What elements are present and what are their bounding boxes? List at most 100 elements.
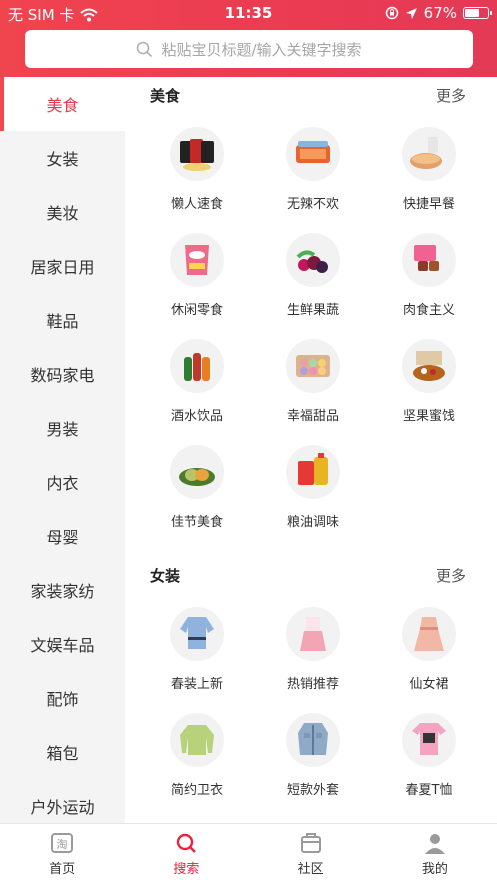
macaron-icon (286, 339, 340, 393)
category-item-label: 幸福甜品 (286, 409, 339, 424)
tab-label: 社区 (297, 861, 324, 877)
category-item[interactable]: 热销推荐 (255, 593, 371, 699)
sidebar-item[interactable]: 配饰 (0, 671, 125, 725)
sidebar-item[interactable]: 鞋品 (0, 293, 125, 347)
category-grid: 春装上新 热销推荐 仙女裙简约卫衣 短款外套 春夏T恤 (125, 593, 497, 805)
sidebar-item-label: 美妆 (46, 204, 79, 223)
search-input[interactable]: 粘贴宝贝标题/输入关键字搜索 (25, 30, 473, 68)
battery-icon (463, 7, 492, 19)
tab-2[interactable]: 社区 (249, 824, 373, 883)
category-item[interactable]: 生鲜果蔬 (255, 219, 371, 325)
zongzi-icon (170, 445, 224, 499)
category-item[interactable]: 懒人速食 (139, 113, 255, 219)
sidebar-item-label: 居家日用 (30, 258, 95, 277)
sidebar-item-label: 数码家电 (30, 366, 95, 385)
more-link[interactable]: 更多 (436, 565, 466, 586)
tab-3[interactable]: 我的 (373, 824, 497, 883)
category-item-label: 佳节美食 (170, 515, 223, 530)
category-item[interactable]: 仙女裙 (371, 593, 487, 699)
sidebar-item[interactable]: 居家日用 (0, 239, 125, 293)
category-item[interactable]: 幸福甜品 (255, 325, 371, 431)
category-item[interactable]: 春装上新 (139, 593, 255, 699)
community-icon (300, 832, 321, 853)
sidebar-item-label: 鞋品 (46, 312, 79, 331)
category-item-label: 简约卫衣 (170, 783, 223, 798)
sidebar-item[interactable]: 女装 (0, 131, 125, 185)
section-title: 美食 (150, 86, 181, 105)
category-item[interactable]: 粮油调味 (255, 431, 371, 537)
bread-icon (402, 127, 456, 181)
sidebar-item[interactable]: 箱包 (0, 725, 125, 779)
bottom-tab-bar: 淘首页 搜索 社区 我的 (0, 823, 497, 883)
nuts-box-icon (402, 339, 456, 393)
category-item[interactable]: 肉食主义 (371, 219, 487, 325)
sidebar-item[interactable]: 母婴 (0, 509, 125, 563)
status-bar: 无 SIM 卡 11:35 67% (0, 0, 497, 26)
search-icon (177, 833, 197, 853)
home-taobao-icon: 淘 (51, 832, 74, 853)
sweatshirt-icon (170, 713, 224, 767)
svg-text:淘: 淘 (57, 838, 68, 851)
search-placeholder: 粘贴宝贝标题/输入关键字搜索 (161, 40, 362, 59)
sidebar-item[interactable]: 户外运动 (0, 779, 125, 823)
category-item-label: 粮油调味 (286, 515, 339, 530)
snack-bag-icon (170, 233, 224, 287)
status-right: 67% (385, 4, 492, 22)
sidebar-item-label: 箱包 (46, 744, 79, 763)
sidebar-item-label: 文娱车品 (30, 636, 95, 655)
section-title: 女装 (150, 566, 181, 585)
profile-icon (424, 833, 445, 854)
dress-pink-icon (286, 607, 340, 661)
spicy-snack-icon (286, 127, 340, 181)
sidebar-item[interactable]: 内衣 (0, 455, 125, 509)
category-content: 美食 更多 懒人速食 无辣不欢 快捷早餐 休闲零食 生鲜果蔬 肉食主义 酒水饮品 幸福甜品 坚果蜜饯… (125, 77, 497, 823)
denim-jacket-icon (286, 713, 340, 767)
sidebar-item[interactable]: 家装家纺 (0, 563, 125, 617)
sidebar-item-label: 内衣 (46, 474, 79, 493)
sidebar-item[interactable]: 美食 (0, 77, 125, 131)
sidebar-item[interactable]: 数码家电 (0, 347, 125, 401)
location-arrow-icon (405, 7, 417, 19)
tab-label: 首页 (49, 861, 76, 877)
category-item[interactable]: 春夏T恤 (371, 699, 487, 805)
section-header: 女装 更多 (125, 557, 497, 593)
more-link[interactable]: 更多 (436, 85, 466, 106)
category-item[interactable]: 酒水饮品 (139, 325, 255, 431)
category-item[interactable]: 快捷早餐 (371, 113, 487, 219)
category-item[interactable]: 无辣不欢 (255, 113, 371, 219)
meat-icon (402, 233, 456, 287)
oil-rice-icon (286, 445, 340, 499)
header-bar: 无 SIM 卡 11:35 67% 粘贴宝贝标题/输入关键字搜索 (0, 0, 497, 77)
category-item[interactable]: 佳节美食 (139, 431, 255, 537)
category-item[interactable]: 休闲零食 (139, 219, 255, 325)
sidebar-item-label: 美食 (46, 96, 79, 115)
category-item[interactable]: 简约卫衣 (139, 699, 255, 805)
category-item-label: 肉食主义 (402, 303, 455, 318)
category-item-label: 懒人速食 (170, 197, 223, 212)
sidebar-item-label: 户外运动 (30, 798, 95, 817)
tab-1[interactable]: 搜索 (124, 824, 248, 883)
category-item-label: 仙女裙 (409, 677, 449, 692)
sidebar-item-label: 母婴 (46, 528, 79, 547)
tshirt-icon (402, 713, 456, 767)
category-item-label: 快捷早餐 (402, 197, 455, 212)
search-icon (137, 41, 153, 57)
category-item-label: 生鲜果蔬 (286, 303, 339, 318)
sidebar-item[interactable]: 男装 (0, 401, 125, 455)
sidebar-item-label: 配饰 (46, 690, 79, 709)
sidebar-item-label: 男装 (46, 420, 79, 439)
category-grid: 懒人速食 无辣不欢 快捷早餐休闲零食 生鲜果蔬 肉食主义酒水饮品 幸福甜品 坚果蜜饯佳节美食… (125, 113, 497, 537)
sidebar-item[interactable]: 美妆 (0, 185, 125, 239)
sidebar-item-label: 家装家纺 (30, 582, 95, 601)
battery-percent: 67% (423, 4, 457, 22)
category-item-label: 酒水饮品 (170, 409, 223, 424)
category-item-label: 短款外套 (286, 783, 339, 798)
tab-0[interactable]: 淘首页 (0, 824, 124, 883)
sidebar-item[interactable]: 文娱车品 (0, 617, 125, 671)
instant-food-icon (170, 127, 224, 181)
category-item[interactable]: 坚果蜜饯 (371, 325, 487, 431)
category-item[interactable]: 短款外套 (255, 699, 371, 805)
fruit-icon (286, 233, 340, 287)
section-header: 美食 更多 (125, 77, 497, 113)
blouse-icon (170, 607, 224, 661)
